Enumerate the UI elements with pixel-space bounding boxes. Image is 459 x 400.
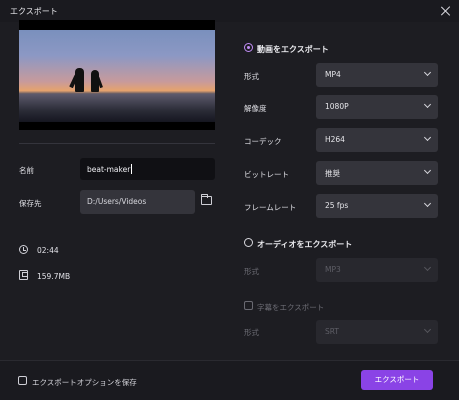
bitrate-select[interactable]: 推奨 [316,161,438,185]
chevron-down-icon [423,325,432,334]
format-select[interactable]: MP4 [316,63,438,87]
framerate-label: フレームレート [244,203,297,212]
bitrate-value: 推奨 [325,169,340,178]
subtitle-format-value: SRT [325,327,340,336]
chevron-down-icon [423,199,432,208]
file-size-value: 159.7MB [37,272,71,281]
video-preview [19,20,215,130]
save-options-label: エクスポートオプションを保存 [32,378,137,387]
save-location-label: 保存先 [19,199,42,208]
divider [19,143,215,144]
chevron-down-icon [423,68,432,77]
save-options-checkbox[interactable] [18,376,27,385]
duration-value: 02:44 [37,246,59,255]
chevron-down-icon [423,133,432,142]
chevron-down-icon [423,263,432,272]
resolution-select[interactable]: 1080P [316,95,438,119]
clock-icon [19,245,28,254]
codec-value: H264 [325,135,345,144]
name-label: 名前 [19,166,34,175]
audio-format-value: MP3 [325,265,341,274]
export-button[interactable]: エクスポート [361,370,433,390]
subtitle-format-label: 形式 [244,328,259,337]
folder-icon[interactable] [201,194,212,205]
audio-export-radio[interactable] [244,238,253,247]
audio-format-label: 形式 [244,267,259,276]
save-path-field[interactable]: D:/Users/Videos [80,190,195,214]
name-value: beat-maker [87,165,131,174]
video-export-radio[interactable] [244,43,253,52]
framerate-value: 25 fps [325,201,349,210]
resolution-value: 1080P [325,102,349,111]
audio-export-label: オーディオをエクスポート [257,240,353,249]
close-icon[interactable] [439,4,453,18]
codec-label: コーデック [244,137,282,146]
format-value: MP4 [325,70,341,79]
preview-image [19,30,215,122]
chevron-down-icon [423,100,432,109]
name-input[interactable]: beat-maker [80,158,215,180]
video-export-label: 動画をエクスポート [257,45,329,54]
subtitle-export-checkbox[interactable] [244,301,253,310]
codec-select[interactable]: H264 [316,128,438,152]
subtitle-format-select[interactable]: SRT [316,320,438,344]
subtitle-export-label: 字幕をエクスポート [257,303,325,312]
format-label: 形式 [244,72,259,81]
file-size-icon [19,270,28,280]
chevron-down-icon [423,166,432,175]
bitrate-label: ビットレート [244,170,289,179]
save-path-value: D:/Users/Videos [87,197,147,206]
audio-format-select[interactable]: MP3 [316,258,438,282]
window-title: エクスポート [10,7,58,16]
resolution-label: 解像度 [244,104,267,113]
title-bar: エクスポート [0,0,459,22]
framerate-select[interactable]: 25 fps [316,194,438,218]
